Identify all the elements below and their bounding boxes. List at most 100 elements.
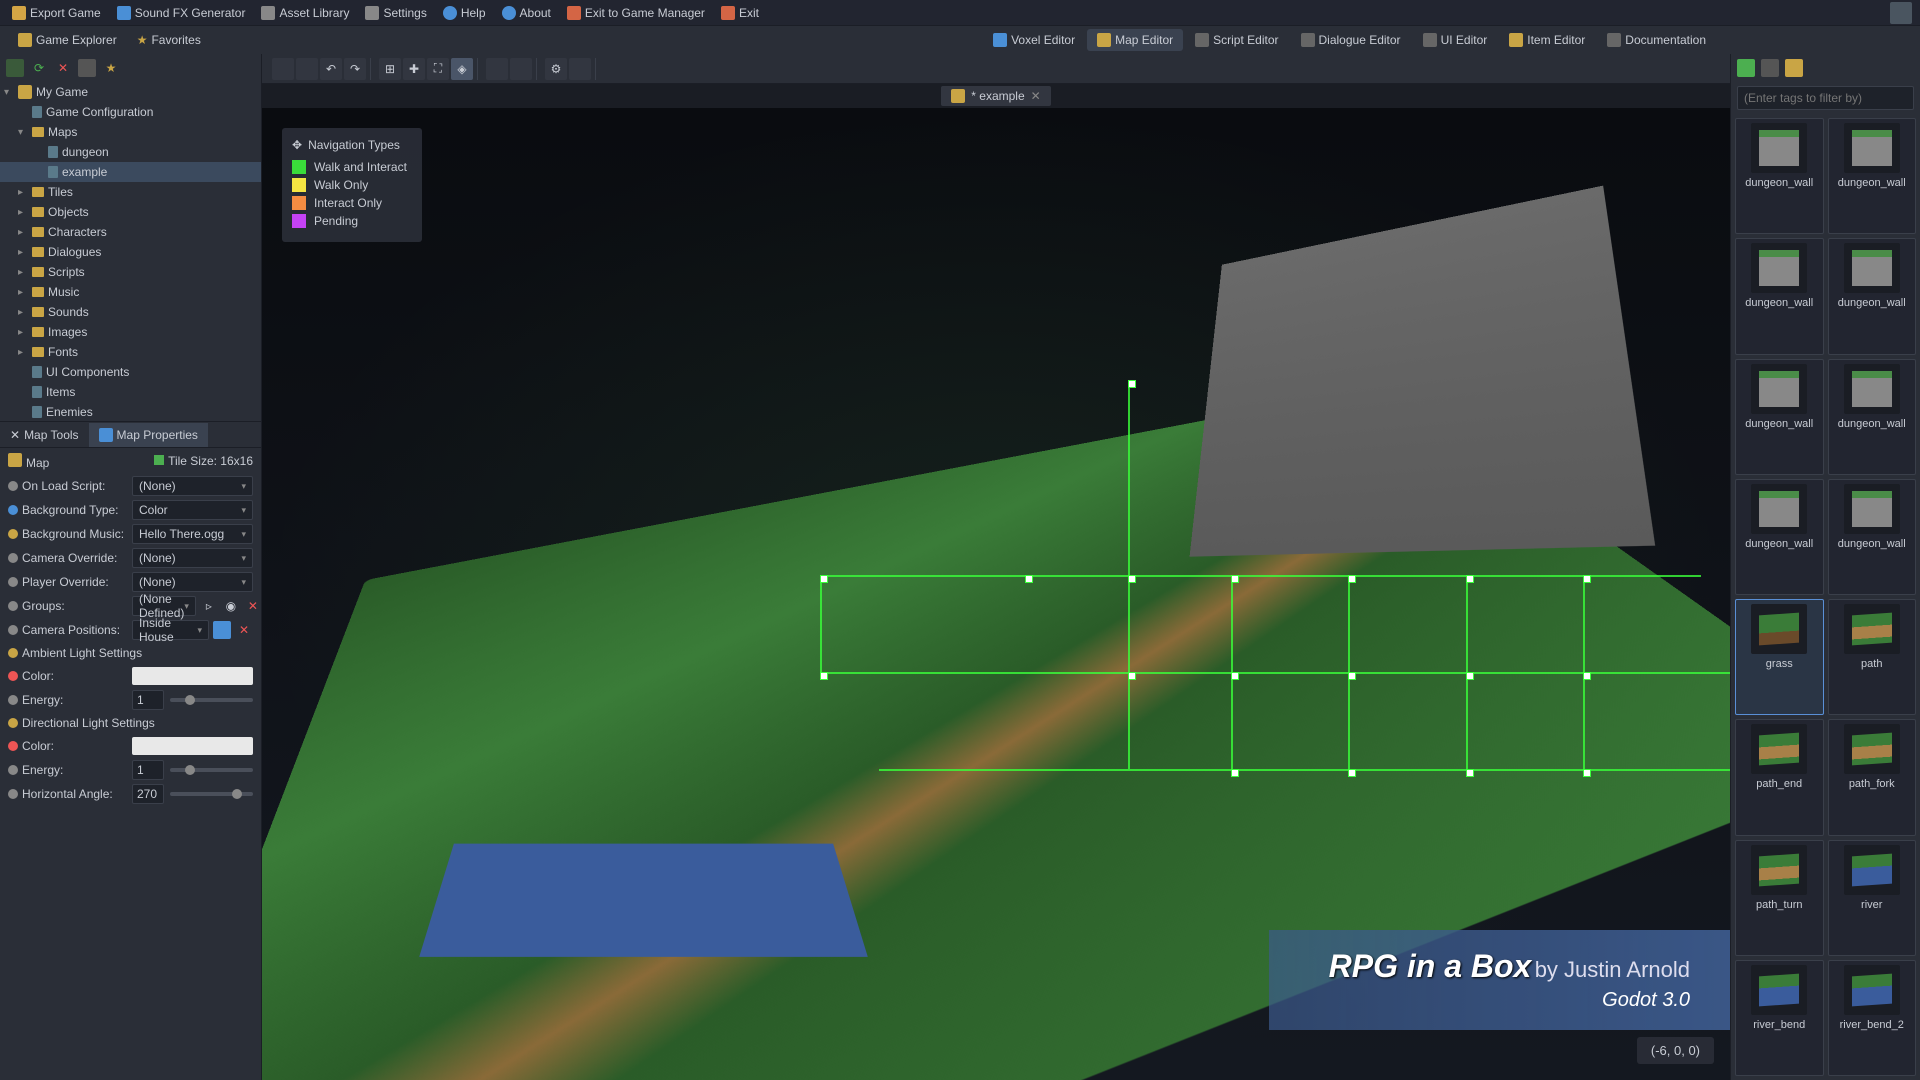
view-button[interactable]: [569, 58, 591, 80]
menu-asset-library[interactable]: Asset Library: [253, 0, 357, 25]
menu-about[interactable]: About: [494, 0, 559, 25]
tile-palette[interactable]: dungeon_walldungeon_walldungeon_walldung…: [1731, 114, 1920, 1080]
bg-type-dropdown[interactable]: Color▾: [132, 500, 253, 520]
tab-map-tools[interactable]: ✕Map Tools: [0, 423, 89, 447]
tab-game-explorer[interactable]: Game Explorer: [12, 29, 123, 51]
redo-button[interactable]: ↷: [344, 58, 366, 80]
new-file-button[interactable]: [6, 59, 24, 77]
tile-filter-input[interactable]: [1737, 86, 1914, 110]
menu-help[interactable]: Help: [435, 0, 494, 25]
tree-item[interactable]: UI Components: [0, 362, 261, 382]
tab-voxel-editor[interactable]: Voxel Editor: [983, 29, 1085, 51]
map-viewport[interactable]: ✥Navigation Types Walk and InteractWalk …: [262, 108, 1730, 1080]
tab-dialogue-editor[interactable]: Dialogue Editor: [1291, 29, 1411, 51]
layer-button-2[interactable]: [510, 58, 532, 80]
camera-positions-dropdown[interactable]: Inside House▾: [132, 620, 209, 640]
project-tree[interactable]: ▾My Game Game Configuration▾Mapsdungeone…: [0, 82, 261, 422]
tile-palette-item[interactable]: dungeon_wall: [1735, 479, 1824, 595]
camera-pos-edit-button[interactable]: [213, 621, 231, 639]
expand-button[interactable]: ⛶: [427, 58, 449, 80]
menu-exit[interactable]: Exit: [713, 0, 767, 25]
tree-item[interactable]: ▸Dialogues: [0, 242, 261, 262]
tile-palette-item[interactable]: dungeon_wall: [1828, 118, 1917, 234]
tree-root[interactable]: ▾My Game: [0, 82, 261, 102]
layer-button-1[interactable]: [486, 58, 508, 80]
tile-mode-2-button[interactable]: [1761, 59, 1779, 77]
on-load-script-dropdown[interactable]: (None)▾: [132, 476, 253, 496]
delete-button[interactable]: ✕: [54, 59, 72, 77]
bg-music-dropdown[interactable]: Hello There.ogg▾: [132, 524, 253, 544]
tree-item[interactable]: ▸Images: [0, 322, 261, 342]
camera-override-dropdown[interactable]: (None)▾: [132, 548, 253, 568]
tile-palette-item[interactable]: river: [1828, 840, 1917, 956]
tile-palette-item[interactable]: path_end: [1735, 719, 1824, 835]
tab-ui-editor[interactable]: UI Editor: [1413, 29, 1498, 51]
groups-delete-button[interactable]: ✕: [244, 597, 261, 615]
tree-item[interactable]: ▾Maps: [0, 122, 261, 142]
groups-dropdown[interactable]: (None Defined)▾: [132, 596, 196, 616]
avatar[interactable]: [1890, 2, 1912, 24]
tile-palette-item[interactable]: path: [1828, 599, 1917, 715]
horizontal-angle-input[interactable]: [132, 784, 164, 804]
tile-palette-item[interactable]: dungeon_wall: [1828, 479, 1917, 595]
tree-item[interactable]: example: [0, 162, 261, 182]
tab-map-properties[interactable]: Map Properties: [89, 423, 208, 447]
tab-script-editor[interactable]: Script Editor: [1185, 29, 1288, 51]
ambient-energy-input[interactable]: [132, 690, 164, 710]
close-tab-button[interactable]: ✕: [1031, 89, 1041, 103]
tile-palette-item[interactable]: grass: [1735, 599, 1824, 715]
menu-export-game[interactable]: Export Game: [4, 0, 109, 25]
tree-item[interactable]: Game Configuration: [0, 102, 261, 122]
tree-item[interactable]: ▸Sounds: [0, 302, 261, 322]
tile-palette-item[interactable]: river_bend: [1735, 960, 1824, 1076]
tile-palette-item[interactable]: river_bend_2: [1828, 960, 1917, 1076]
tree-item[interactable]: Items: [0, 382, 261, 402]
save-button[interactable]: [296, 58, 318, 80]
menu-sound-fx[interactable]: Sound FX Generator: [109, 0, 254, 25]
ambient-color-picker[interactable]: [132, 667, 253, 685]
tile-palette-item[interactable]: dungeon_wall: [1828, 238, 1917, 354]
settings-button[interactable]: ⚙: [545, 58, 567, 80]
tree-item[interactable]: ▸Objects: [0, 202, 261, 222]
tile-palette-item[interactable]: dungeon_wall: [1828, 359, 1917, 475]
tree-item[interactable]: ▸Scripts: [0, 262, 261, 282]
tile-mode-1-button[interactable]: [1737, 59, 1755, 77]
tile-palette-item[interactable]: dungeon_wall: [1735, 118, 1824, 234]
tile-palette-item[interactable]: path_fork: [1828, 719, 1917, 835]
ambient-energy-slider[interactable]: [170, 698, 253, 702]
tile-palette-item[interactable]: path_turn: [1735, 840, 1824, 956]
tab-item-editor[interactable]: Item Editor: [1499, 29, 1595, 51]
groups-view-button[interactable]: ◉: [222, 597, 240, 615]
rename-button[interactable]: [78, 59, 96, 77]
map-file-tab[interactable]: * example ✕: [941, 86, 1050, 106]
directional-energy-input[interactable]: [132, 760, 164, 780]
tree-item[interactable]: ▸Characters: [0, 222, 261, 242]
new-map-button[interactable]: [272, 58, 294, 80]
tab-favorites[interactable]: ★Favorites: [131, 29, 207, 51]
tile-mode-3-button[interactable]: [1785, 59, 1803, 77]
player-override-dropdown[interactable]: (None)▾: [132, 572, 253, 592]
tab-documentation[interactable]: Documentation: [1597, 29, 1716, 51]
tab-map-editor[interactable]: Map Editor: [1087, 29, 1183, 51]
refresh-button[interactable]: ⟳: [30, 59, 48, 77]
tile-palette-item[interactable]: dungeon_wall: [1735, 359, 1824, 475]
camera-pos-delete-button[interactable]: ✕: [235, 621, 253, 639]
groups-select-button[interactable]: ▹: [200, 597, 218, 615]
tree-item[interactable]: dungeon: [0, 142, 261, 162]
grid-button[interactable]: ⊞: [379, 58, 401, 80]
snap-button[interactable]: ✚: [403, 58, 425, 80]
tree-item-label: Fonts: [48, 345, 78, 359]
directional-energy-slider[interactable]: [170, 768, 253, 772]
favorite-button[interactable]: ★: [102, 59, 120, 77]
menu-settings[interactable]: Settings: [357, 0, 434, 25]
undo-button[interactable]: ↶: [320, 58, 342, 80]
nav-button[interactable]: ◈: [451, 58, 473, 80]
directional-color-picker[interactable]: [132, 737, 253, 755]
tree-item[interactable]: ▸Fonts: [0, 342, 261, 362]
tree-item[interactable]: Enemies: [0, 402, 261, 422]
tree-item[interactable]: ▸Tiles: [0, 182, 261, 202]
menu-exit-manager[interactable]: Exit to Game Manager: [559, 0, 713, 25]
tile-palette-item[interactable]: dungeon_wall: [1735, 238, 1824, 354]
horizontal-angle-slider[interactable]: [170, 792, 253, 796]
tree-item[interactable]: ▸Music: [0, 282, 261, 302]
